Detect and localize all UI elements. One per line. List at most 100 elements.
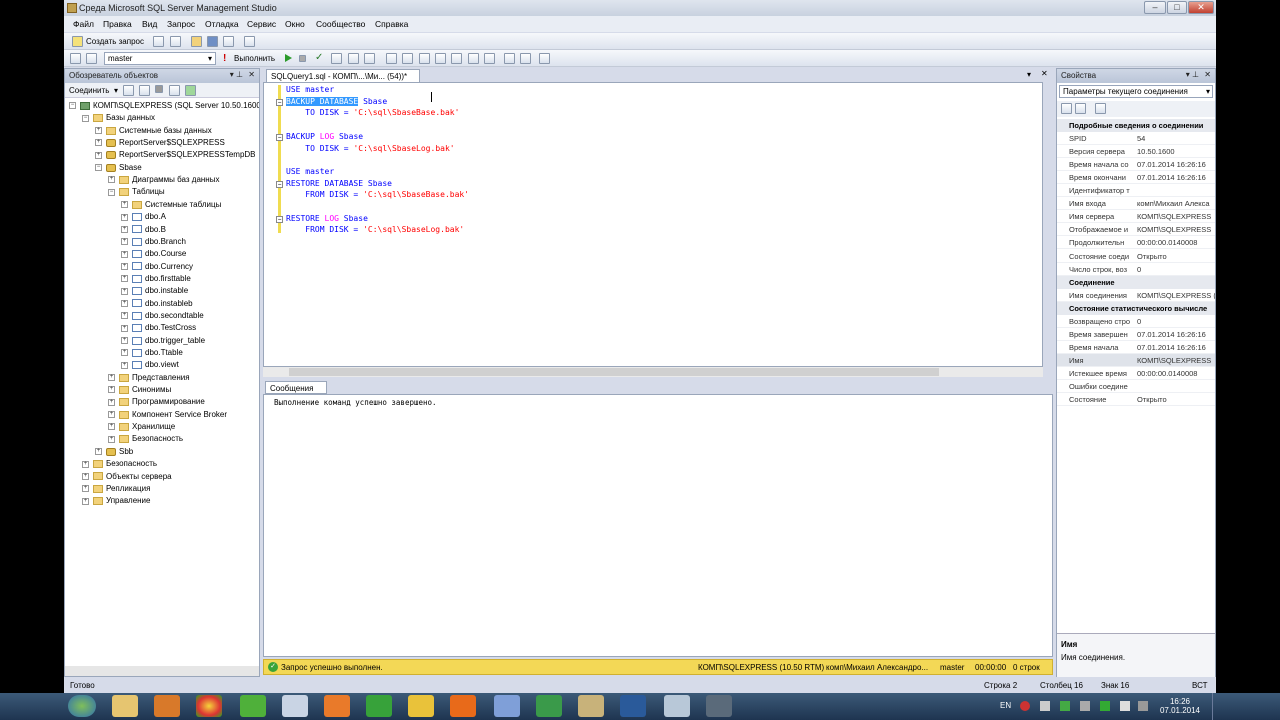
disconnect-icon[interactable] [86,53,97,64]
collapse-icon[interactable]: − [276,180,283,188]
expand-icon[interactable]: + [121,287,128,295]
maximize-button[interactable]: □ [1167,1,1187,14]
tray-signal-icon[interactable] [1138,701,1148,711]
tree-node[interactable]: + Синонимы [108,385,171,397]
property-row[interactable]: Истекшее время 00:00:00.0140008 [1057,367,1215,380]
notepad-app-icon[interactable] [536,695,562,717]
property-row[interactable]: SPID 54 [1057,132,1215,146]
property-row[interactable]: Продолжительн 00:00:00.0140008 [1057,236,1215,250]
property-row[interactable]: Состояние Открыто [1057,393,1215,407]
save-icon[interactable] [207,36,218,47]
tab-dropdown-icon[interactable]: ▾ [1027,70,1031,79]
connect-dropdown[interactable]: Соединить [69,86,109,95]
tree-node[interactable]: + Программирование [108,397,205,409]
specify-values-icon[interactable] [539,53,550,64]
menu-file[interactable]: Файл [73,19,94,29]
folder-app-icon[interactable] [408,695,434,717]
tree-node[interactable]: + dbo.Course [121,249,186,261]
expand-icon[interactable]: + [121,213,128,221]
tree-node[interactable]: + Безопасность [82,459,157,471]
expand-icon[interactable]: + [82,460,89,468]
connect-engine-icon[interactable] [123,85,134,96]
tree-node[interactable]: + Системные базы данных [95,126,212,138]
property-pages-icon[interactable] [1095,103,1106,114]
tree-node[interactable]: − Базы данных [82,113,155,125]
filter-icon[interactable] [169,85,180,96]
menu-edit[interactable]: Правка [103,19,132,29]
expand-icon[interactable]: + [121,262,128,270]
tree-node[interactable]: + Управление [82,496,150,508]
results-to-text-icon[interactable] [364,53,375,64]
network-app-icon[interactable] [620,695,646,717]
tree-node[interactable]: + Объекты сервера [82,472,172,484]
query-document-tab[interactable]: SQLQuery1.sql - КОМП\...\Ми... (54))* [266,69,420,82]
tree-node[interactable]: + dbo.instable [121,286,188,298]
panel-close-icon[interactable]: ✕ [248,70,255,79]
expand-icon[interactable]: + [121,275,128,283]
activity-monitor-icon[interactable] [244,36,255,47]
panel-close-icon[interactable]: ✕ [1204,70,1211,79]
tab-close-icon[interactable]: ✕ [1041,69,1048,78]
tree-node[interactable]: + Диаграммы баз данных [108,175,219,187]
new-file-icon[interactable] [170,36,181,47]
pin-icon[interactable]: ▾ ⊥ [1186,70,1199,79]
stop-icon[interactable] [299,55,306,62]
expand-icon[interactable]: + [95,127,102,135]
tray-antivirus-icon[interactable] [1020,701,1030,711]
disconnect-icon[interactable] [139,85,150,96]
monitor-app-icon[interactable] [664,695,690,717]
editor-horizontal-scrollbar[interactable] [263,367,1043,377]
menu-community[interactable]: Сообщество [316,19,365,29]
new-query-icon[interactable] [72,36,83,47]
expand-icon[interactable]: + [82,472,89,480]
menu-tools[interactable]: Сервис [247,19,276,29]
tree-node[interactable]: + dbo.secondtable [121,311,204,323]
property-row[interactable]: Имя соединения КОМП\SQLEXPRESS ( [1057,289,1215,302]
clock[interactable]: 16:26 07.01.2014 [1155,697,1205,715]
tree-node[interactable]: − КОМП\SQLEXPRESS (SQL Server 10.50.1600 … [69,101,259,113]
tree-node[interactable]: + dbo.firsttable [121,274,191,286]
tray-volume-icon[interactable] [1080,701,1090,711]
expand-icon[interactable]: + [121,238,128,246]
execute-button[interactable]: Выполнить [234,54,275,63]
menu-view[interactable]: Вид [142,19,157,29]
stop-icon[interactable] [155,85,163,93]
code-line[interactable]: USE master [286,167,334,178]
expand-icon[interactable]: + [108,374,115,382]
parse-check-icon[interactable]: ✓ [315,52,323,63]
collapse-icon[interactable]: − [69,102,76,110]
menu-window[interactable]: Окно [285,19,305,29]
tree-node[interactable]: + Sbb [95,447,133,459]
expand-icon[interactable]: + [121,349,128,357]
tree-node[interactable]: + dbo.trigger_table [121,336,205,348]
code-line[interactable]: BACKUP LOG Sbase [286,132,363,143]
expand-icon[interactable]: + [95,139,102,147]
expand-icon[interactable]: + [121,201,128,209]
expand-icon[interactable]: + [108,411,115,419]
collapse-icon[interactable]: − [276,133,283,141]
property-row[interactable]: Состояние соеди Открыто [1057,250,1215,263]
comment-icon[interactable] [468,53,479,64]
firefox-app-icon[interactable] [450,695,476,717]
expand-icon[interactable]: + [121,225,128,233]
language-indicator[interactable]: EN [1000,701,1011,710]
utorrent-app-icon[interactable] [366,695,392,717]
alphabetical-icon[interactable] [1075,103,1086,114]
expand-icon[interactable]: + [82,485,89,493]
menu-help[interactable]: Справка [375,19,408,29]
code-line[interactable]: RESTORE LOG Sbase [286,214,368,225]
expand-icon[interactable]: + [121,337,128,345]
collapse-icon[interactable]: − [82,114,89,122]
uncomment-icon[interactable] [484,53,495,64]
expand-icon[interactable]: + [121,250,128,258]
tree-node[interactable]: + ReportServer$SQLEXPRESS [95,138,225,150]
terminal-app-icon[interactable] [706,695,732,717]
media-player-app-icon[interactable] [154,695,180,717]
expand-icon[interactable]: + [108,176,115,184]
tree-node[interactable]: + Системные таблицы [121,200,221,212]
tree-node[interactable]: + Представления [108,373,190,385]
ssms-app-icon[interactable] [578,695,604,717]
tray-app-icon[interactable] [1060,701,1070,711]
code-line[interactable]: TO DISK = 'C:\sql\SbaseBase.bak' [286,108,459,119]
property-category[interactable]: Состояние статистического вычисле [1057,301,1215,315]
